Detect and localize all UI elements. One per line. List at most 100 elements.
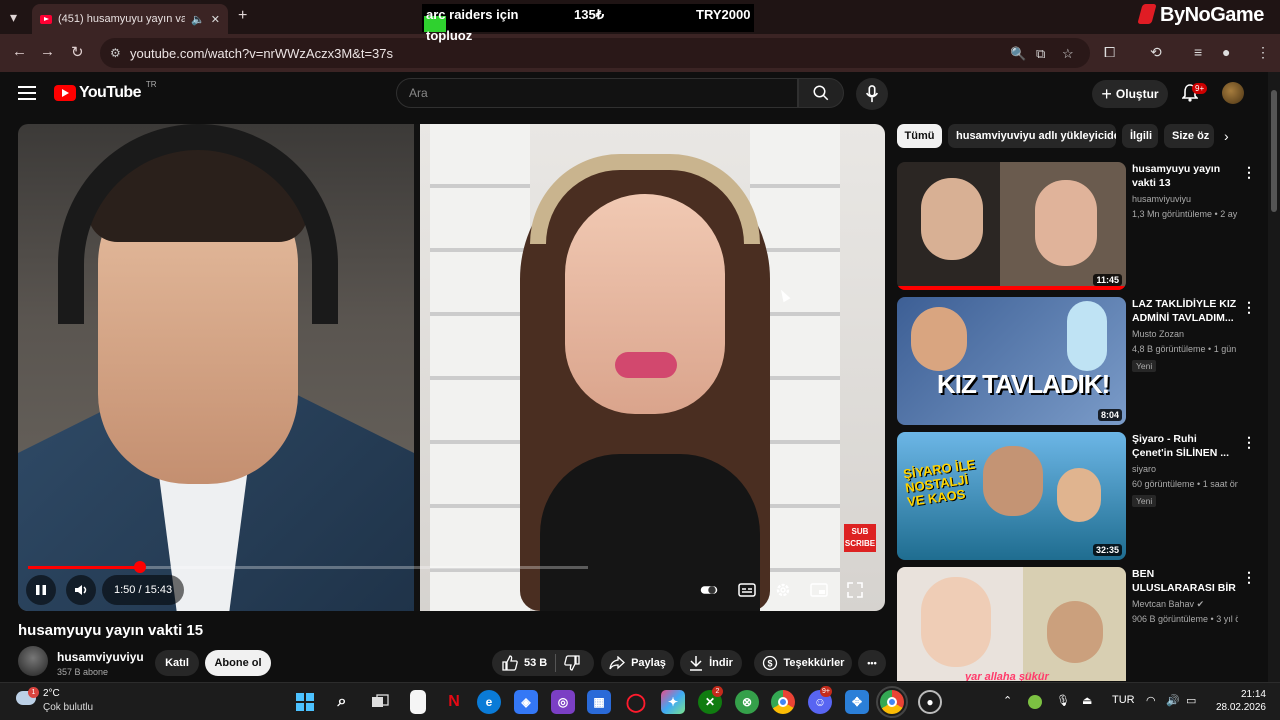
progress-scrubber-handle[interactable] xyxy=(134,561,146,573)
search-input[interactable]: Ara xyxy=(396,78,798,108)
profile-avatar-icon[interactable]: ● xyxy=(1222,44,1230,60)
account-avatar[interactable] xyxy=(1222,82,1244,104)
close-icon[interactable]: ✕ xyxy=(211,13,220,26)
thanks-button[interactable]: $ Teşekkürler xyxy=(754,650,852,676)
tab-search-icon[interactable]: ▾ xyxy=(10,9,17,26)
like-button[interactable]: 53 B xyxy=(502,655,547,671)
address-bar[interactable]: ⚙ youtube.com/watch?v=nrWWzAczx3M&t=37s … xyxy=(100,38,1090,68)
more-vert-icon[interactable]: ⋮ xyxy=(1242,434,1256,451)
chevron-up-icon[interactable]: ⌃ xyxy=(1003,694,1012,707)
app-blue-icon[interactable]: ◈ xyxy=(514,690,538,714)
speaker-icon[interactable]: 🔈 xyxy=(191,13,205,26)
input-language[interactable]: TUR xyxy=(1112,694,1135,706)
chip-for-you[interactable]: Size öz xyxy=(1164,124,1214,148)
channel-avatar[interactable] xyxy=(18,646,48,676)
recommendation-item[interactable]: KIZ TAVLADIK! 8:04 LAZ TAKLİDİYLE KIZ AD… xyxy=(897,297,1267,425)
recommendation-channel[interactable]: husamviyuviyu xyxy=(1132,194,1191,204)
browser-tab-youtube[interactable]: (451) husamyuyu yayın vakti 🔈 ✕ xyxy=(32,4,228,34)
bookmark-star-icon[interactable]: ☆ xyxy=(1062,46,1074,62)
recommendation-title[interactable]: BEN ULUSLARARASI BİR ADAMIM xyxy=(1132,567,1238,595)
extensions-icon[interactable]: ⧠ xyxy=(1104,44,1115,61)
system-clock[interactable]: 21:14 28.02.2026 xyxy=(1214,688,1266,714)
download-button[interactable]: İndir xyxy=(680,650,742,676)
channel-name[interactable]: husamviyuviyu xyxy=(57,650,144,664)
copilot-icon[interactable]: ✦ xyxy=(661,690,685,714)
site-info-icon[interactable]: ⚙ xyxy=(110,46,121,60)
join-button[interactable]: Katıl xyxy=(155,650,199,676)
menu-icon[interactable] xyxy=(18,86,36,100)
opera-icon[interactable]: ◯ xyxy=(624,690,648,714)
chip-all[interactable]: Tümü xyxy=(897,124,942,148)
recommendation-channel[interactable]: Musto Zozan xyxy=(1132,329,1184,339)
new-tab-button[interactable]: + xyxy=(238,7,247,25)
history-icon[interactable]: ⟲ xyxy=(1150,44,1162,61)
settings-button[interactable] xyxy=(774,581,792,599)
page-scrollbar[interactable] xyxy=(1268,72,1280,682)
temperature[interactable]: 2°C xyxy=(43,688,60,699)
battery-icon[interactable]: ▭ xyxy=(1186,694,1196,707)
netflix-icon[interactable]: N xyxy=(442,690,466,714)
recommendation-title[interactable]: husamyuyu yayın vakti 13 xyxy=(1132,162,1238,190)
recommendation-channel[interactable]: Mevtcan Bahav ✔ xyxy=(1132,599,1204,610)
volume-button[interactable] xyxy=(66,575,96,605)
store-icon[interactable]: ▦ xyxy=(587,690,611,714)
weather-description[interactable]: Çok bulutlu xyxy=(43,702,93,713)
pause-button[interactable] xyxy=(26,575,56,605)
back-arrow-icon[interactable]: ← xyxy=(12,43,27,60)
recommendation-item[interactable]: yar allaha şükür BEN ULUSLARARASI BİR AD… xyxy=(897,567,1267,681)
app-grid-icon[interactable]: ✥ xyxy=(845,690,869,714)
more-vert-icon[interactable]: ⋮ xyxy=(1242,164,1256,181)
more-vert-icon[interactable]: ⋮ xyxy=(1242,299,1256,316)
autoplay-toggle[interactable] xyxy=(700,581,718,599)
chrome-active-icon[interactable] xyxy=(876,686,908,718)
chrome-icon[interactable] xyxy=(771,690,795,714)
recommendation-title[interactable]: Şiyaro - Ruhi Çenet'in SİLİNEN ... xyxy=(1132,432,1238,460)
media-controls-icon[interactable]: ≡ xyxy=(1194,44,1202,60)
recommendation-item[interactable]: ŞİYARO İLE NOSTALJİ VE KAOS 32:35 Şiyaro… xyxy=(897,432,1267,560)
dislike-button[interactable] xyxy=(564,655,580,671)
youtube-logo[interactable]: YouTube TR xyxy=(54,80,157,102)
chevron-right-icon[interactable]: › xyxy=(1224,128,1229,144)
voice-search-button[interactable] xyxy=(856,78,888,110)
windows-start-icon[interactable] xyxy=(293,690,317,714)
miniplayer-button[interactable] xyxy=(810,581,828,599)
obs-icon[interactable]: ● xyxy=(918,690,942,714)
chip-from-uploader[interactable]: husamviyuviyu adlı yükleyiciden xyxy=(948,124,1116,148)
chip-related[interactable]: İlgili xyxy=(1122,124,1158,148)
speaker-icon[interactable]: 🔊 xyxy=(1166,694,1180,707)
reload-icon[interactable]: ↻ xyxy=(71,43,84,61)
file-icon[interactable] xyxy=(410,690,426,714)
edge-icon[interactable]: e xyxy=(477,690,501,714)
app-purple-icon[interactable]: ◎ xyxy=(551,690,575,714)
subscribe-watermark[interactable]: SUB SCRIBE xyxy=(844,524,876,552)
video-player[interactable]: SUB SCRIBE 1:50 / 15:43 xyxy=(18,124,885,611)
video-thumbnail[interactable]: yar allaha şükür xyxy=(897,567,1126,681)
wifi-icon[interactable]: ◠ xyxy=(1146,694,1156,707)
progress-bar[interactable] xyxy=(28,561,588,573)
recommendation-channel[interactable]: siyaro xyxy=(1132,464,1156,474)
video-thumbnail[interactable]: KIZ TAVLADIK! 8:04 xyxy=(897,297,1126,425)
more-actions-button[interactable]: ••• xyxy=(858,650,886,676)
forward-arrow-icon[interactable]: → xyxy=(40,43,55,60)
recommendation-item[interactable]: 11:45 husamyuyu yayın vakti 13 husamviyu… xyxy=(897,162,1267,290)
subtitles-button[interactable] xyxy=(738,581,756,599)
usb-icon[interactable]: ⏏ xyxy=(1082,694,1092,707)
zoom-icon[interactable]: 🔍 xyxy=(1010,46,1026,62)
install-app-icon[interactable]: ⧉ xyxy=(1036,46,1045,62)
share-button[interactable]: Paylaş xyxy=(601,650,674,676)
subscribe-button[interactable]: Abone ol xyxy=(205,650,271,676)
recommendation-title[interactable]: LAZ TAKLİDİYLE KIZ ADMİNİ TAVLADIM... xyxy=(1132,297,1238,325)
tray-app-icon[interactable] xyxy=(1028,695,1042,709)
xbox-green-icon[interactable]: ⊗ xyxy=(735,690,759,714)
video-thumbnail[interactable]: ŞİYARO İLE NOSTALJİ VE KAOS 32:35 xyxy=(897,432,1126,560)
scrollbar-thumb[interactable] xyxy=(1271,90,1277,212)
create-button[interactable]: + Oluştur xyxy=(1092,80,1168,108)
task-view-icon[interactable] xyxy=(368,690,392,714)
more-vert-icon[interactable]: ⋮ xyxy=(1242,569,1256,586)
microphone-tray-icon[interactable]: 🎙 xyxy=(1056,694,1070,707)
browser-menu-icon[interactable]: ⋮ xyxy=(1256,44,1270,61)
search-icon[interactable]: ⌕ xyxy=(330,690,354,714)
video-thumbnail[interactable]: 11:45 xyxy=(897,162,1126,290)
search-button[interactable] xyxy=(798,78,844,108)
fullscreen-button[interactable] xyxy=(846,581,864,599)
